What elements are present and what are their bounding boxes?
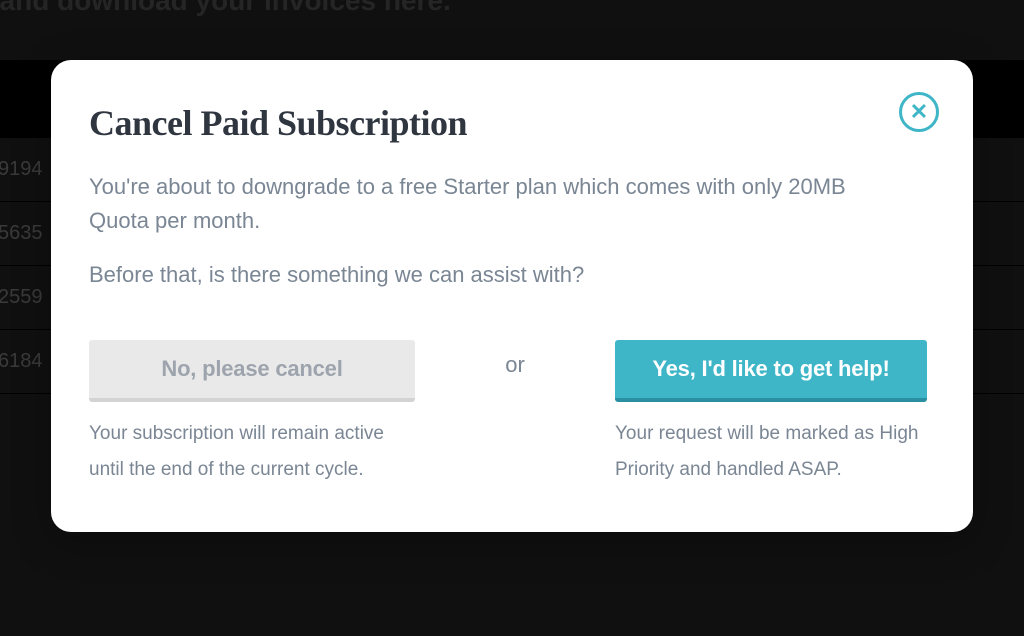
modal-title: Cancel Paid Subscription (89, 102, 935, 144)
modal-actions: No, please cancel Your subscription will… (89, 340, 935, 488)
modal-description-1: You're about to downgrade to a free Star… (89, 170, 909, 238)
get-help-button[interactable]: Yes, I'd like to get help! (615, 340, 927, 402)
cancel-subscription-modal: ✕ Cancel Paid Subscription You're about … (51, 60, 973, 532)
modal-description-2: Before that, is there something we can a… (89, 258, 935, 292)
help-action-column: Yes, I'd like to get help! Your request … (615, 340, 927, 488)
help-note: Your request will be marked as High Prio… (615, 416, 927, 488)
cancel-subscription-button[interactable]: No, please cancel (89, 340, 415, 402)
close-icon: ✕ (910, 101, 928, 123)
cancel-action-column: No, please cancel Your subscription will… (89, 340, 415, 488)
close-button[interactable]: ✕ (899, 92, 939, 132)
or-separator: or (415, 340, 615, 378)
cancel-note: Your subscription will remain active unt… (89, 416, 415, 488)
